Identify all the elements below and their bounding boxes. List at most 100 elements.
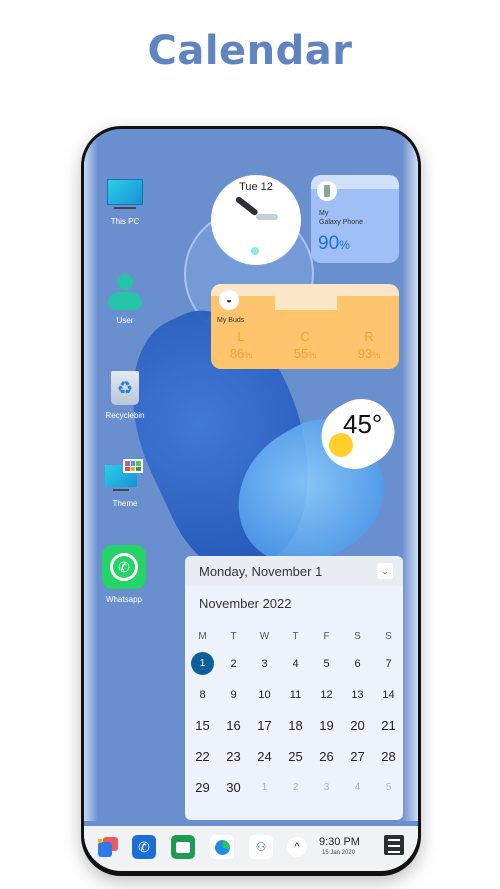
weekday-header: W (259, 630, 270, 642)
calendar-day[interactable]: 15 (187, 710, 218, 741)
channel-percent: 93 (357, 346, 373, 361)
desktop-icon-whatsapp[interactable]: ✆ Whatsapp (94, 545, 154, 604)
calendar-day[interactable]: 14 (373, 679, 403, 710)
calendar-day[interactable]: 27 (342, 741, 373, 772)
calendar-day[interactable]: 19 (311, 710, 342, 741)
edge-icon[interactable] (210, 835, 234, 859)
calendar-day[interactable]: 25 (280, 741, 311, 772)
calendar-day[interactable]: 6 (342, 648, 373, 679)
phone-battery-percent: 90% (318, 233, 350, 255)
channel-unit: % (244, 350, 253, 360)
selected-date-label: Monday, November 1 (199, 563, 323, 579)
channel-label: L (237, 329, 245, 344)
battery-unit: % (339, 238, 350, 252)
theme-icon (105, 459, 145, 493)
calendar-day[interactable]: 22 (187, 741, 218, 772)
battery-value: 90 (318, 233, 340, 254)
calendar-day-next-month[interactable]: 5 (373, 772, 403, 803)
phone-device-name: My Galaxy Phone (319, 209, 363, 227)
notifications-icon[interactable] (384, 835, 404, 855)
calendar-day[interactable]: 2 (218, 648, 249, 679)
desktop-icon-label: Whatsapp (105, 595, 143, 604)
channel-unit: % (372, 350, 381, 360)
calendar-day[interactable]: 21 (373, 710, 403, 741)
device-name-line2: Galaxy Phone (319, 219, 363, 226)
weather-widget[interactable]: 45° (321, 401, 395, 467)
calendar-day[interactable]: 3 (249, 648, 280, 679)
desktop-icon-label: User (116, 316, 134, 325)
calendar-day[interactable]: 26 (311, 741, 342, 772)
buds-channel-right: R 93% (344, 329, 394, 361)
calendar-day[interactable]: 20 (342, 710, 373, 741)
calendar-month-label[interactable]: November 2022 (185, 586, 403, 624)
chevron-down-icon[interactable]: ⌄ (377, 563, 393, 579)
page-title: Calendar (147, 28, 353, 74)
calendar-day[interactable]: 17 (249, 710, 280, 741)
buds-channel-case: C 55% (280, 329, 330, 361)
messages-icon[interactable] (171, 835, 195, 859)
phone-battery-widget[interactable]: My Galaxy Phone 90% (311, 175, 399, 263)
desktop-icon-label: Theme (112, 499, 138, 508)
calendar-day[interactable]: 28 (373, 741, 403, 772)
channel-percent: 55 (293, 346, 309, 361)
calendar-grid: M T W T F S S 1 2 3 4 5 6 7 8 9 10 11 12 13 14 15 16 17 18 19 20 21… (185, 624, 403, 803)
weekday-header: S (354, 630, 361, 642)
weekday-header: F (323, 630, 330, 642)
desktop-icon-user[interactable]: User (95, 274, 155, 325)
sun-icon (329, 433, 353, 457)
taskbar: ✆ ⚇ ^ 9:30 PM 15 Jan 2020 (84, 826, 418, 871)
calendar-day[interactable]: 13 (342, 679, 373, 710)
calendar-day[interactable]: 29 (187, 772, 218, 803)
channel-value: 86% (216, 346, 266, 361)
calendar-day[interactable]: 16 (218, 710, 249, 741)
screen-edge-right (402, 129, 418, 821)
calendar-day[interactable]: 24 (249, 741, 280, 772)
calendar-day-next-month[interactable]: 1 (249, 772, 280, 803)
desktop-icon-label: Recyclebin (105, 411, 145, 420)
channel-label: C (300, 329, 310, 344)
calendar-day[interactable]: 5 (311, 648, 342, 679)
calendar-day[interactable]: 4 (280, 648, 311, 679)
phone-device-icon (317, 181, 337, 201)
desktop-icon-recyclebin[interactable]: ♻ Recyclebin (95, 371, 155, 420)
earbuds-icon: ◒ (219, 290, 239, 310)
calendar-day[interactable]: 12 (311, 679, 342, 710)
channel-label: R (364, 329, 374, 344)
calendar-day[interactable]: 10 (249, 679, 280, 710)
taskbar-time[interactable]: 9:30 PM (319, 836, 360, 848)
calendar-day-next-month[interactable]: 4 (342, 772, 373, 803)
channel-unit: % (308, 350, 317, 360)
user-icon (108, 274, 142, 310)
buds-channel-left: L 86% (216, 329, 266, 361)
start-icon[interactable] (96, 835, 120, 859)
calendar-day[interactable]: 8 (187, 679, 218, 710)
clock-hour-hand (234, 195, 259, 217)
weekday-header: T (230, 630, 237, 642)
channel-value: 55% (280, 346, 330, 361)
desktop-icon-this-pc[interactable]: This PC (95, 179, 155, 226)
buds-battery-widget[interactable]: ◒ My Buds L 86% C 55% R 93% (211, 284, 399, 369)
calendar-day[interactable]: 7 (373, 648, 403, 679)
device-name-line1: My (319, 210, 329, 217)
taskbar-date[interactable]: 15 Jan 2020 (322, 850, 355, 856)
clock-widget[interactable]: Tue 12 (211, 175, 301, 265)
monitor-icon (107, 179, 143, 211)
calendar-day[interactable]: 23 (218, 741, 249, 772)
buds-name: My Buds (217, 317, 245, 324)
tray-chevron-up-icon[interactable]: ^ (287, 837, 307, 857)
weekday-header: S (385, 630, 392, 642)
calendar-day[interactable]: 11 (280, 679, 311, 710)
calendar-day[interactable]: 9 (218, 679, 249, 710)
calendar-day[interactable]: 1 (187, 648, 218, 679)
teams-icon[interactable]: ⚇ (249, 835, 273, 859)
desktop-icon-theme[interactable]: Theme (95, 459, 155, 508)
channel-percent: 86 (229, 346, 245, 361)
calendar-day[interactable]: 18 (280, 710, 311, 741)
calendar-day-next-month[interactable]: 3 (311, 772, 342, 803)
desktop-icon-label: This PC (110, 217, 140, 226)
clock-date: Tue 12 (239, 181, 273, 193)
phone-icon[interactable]: ✆ (132, 835, 156, 859)
calendar-flyout: Monday, November 1 ⌄ November 2022 M T W T F… (185, 556, 403, 820)
calendar-day-next-month[interactable]: 2 (280, 772, 311, 803)
calendar-day[interactable]: 30 (218, 772, 249, 803)
